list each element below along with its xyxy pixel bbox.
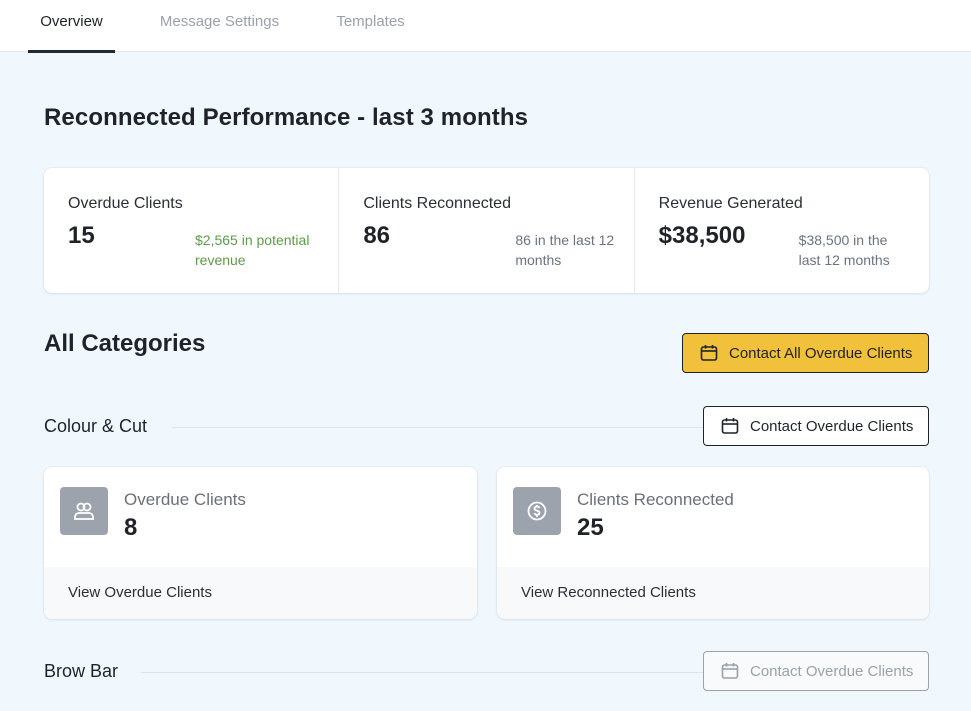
category-name: Colour & Cut	[44, 416, 148, 436]
contact-all-overdue-button[interactable]: Contact All Overdue Clients	[682, 333, 929, 373]
stat-label: Clients Reconnected	[363, 195, 511, 212]
metric-label: Overdue Clients	[124, 490, 246, 509]
calendar-icon	[721, 418, 739, 434]
section-title: All Categories	[44, 330, 206, 357]
view-reconnected-clients-link[interactable]: View Reconnected Clients	[497, 567, 929, 619]
clients-reconnected-card: Clients Reconnected 25 View Reconnected …	[497, 467, 929, 619]
stat-note: $38,500 in the last 12 months	[798, 232, 890, 268]
calendar-icon	[700, 345, 718, 361]
metric-value: 25	[577, 514, 604, 541]
tab-overview[interactable]: Overview	[28, 0, 115, 53]
users-icon	[60, 487, 108, 535]
overdue-clients-card: Overdue Clients 8 View Overdue Clients	[44, 467, 477, 619]
category-name: Brow Bar	[44, 661, 119, 681]
stat-clients-reconnected: Clients Reconnected 86 86 in the last 12…	[338, 168, 633, 293]
stat-note: $2,565 in potential revenue	[195, 232, 310, 268]
stat-revenue-generated: Revenue Generated $38,500 $38,500 in the…	[633, 168, 929, 293]
stat-value: $38,500	[658, 222, 746, 249]
tab-message-settings[interactable]: Message Settings	[152, 0, 287, 52]
dollar-circle-icon	[513, 487, 561, 535]
stat-overdue-clients: Overdue Clients 15 $2,565 in potential r…	[44, 168, 338, 293]
divider	[141, 672, 703, 673]
button-label: Contact All Overdue Clients	[729, 344, 913, 362]
contact-overdue-button[interactable]: Contact Overdue Clients	[703, 406, 929, 446]
calendar-icon	[721, 663, 739, 679]
contact-overdue-button[interactable]: Contact Overdue Clients	[703, 651, 929, 691]
button-label: Contact Overdue Clients	[750, 417, 914, 435]
divider	[172, 427, 703, 428]
stat-note: 86 in the last 12 months	[515, 232, 615, 268]
button-label: Contact Overdue Clients	[750, 662, 914, 680]
metric-label: Clients Reconnected	[577, 490, 734, 509]
stat-value: 15	[68, 222, 95, 249]
view-overdue-clients-link[interactable]: View Overdue Clients	[44, 567, 477, 619]
page-title: Reconnected Performance - last 3 months	[44, 104, 529, 131]
stat-label: Overdue Clients	[68, 195, 183, 212]
tab-templates[interactable]: Templates	[328, 0, 413, 52]
tab-bar: Overview Message Settings Templates	[0, 0, 971, 53]
performance-stats-card: Overdue Clients 15 $2,565 in potential r…	[44, 168, 929, 293]
metric-value: 8	[124, 514, 138, 541]
stat-value: 86	[363, 222, 391, 249]
stat-label: Revenue Generated	[658, 195, 803, 212]
